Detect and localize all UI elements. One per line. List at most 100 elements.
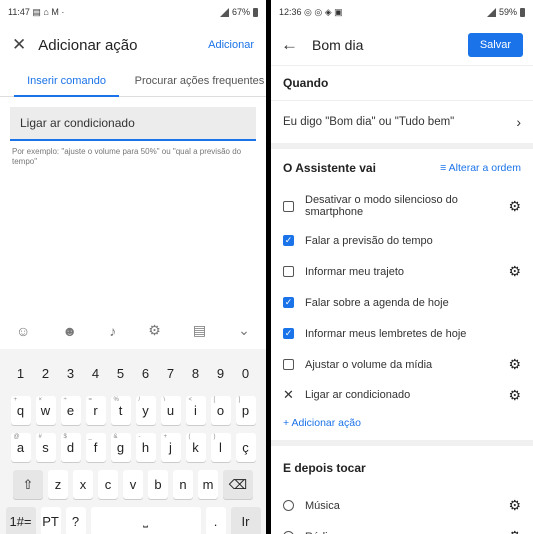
add-action-button[interactable]: + Adicionar ação <box>271 410 533 436</box>
key-v[interactable]: v <box>123 470 143 499</box>
checkbox[interactable] <box>283 200 294 212</box>
key-p[interactable]: ] p <box>235 396 256 425</box>
key-3[interactable]: 3 <box>61 359 81 388</box>
microphone-icon[interactable]: ♪ <box>109 323 116 339</box>
key-f[interactable]: _ f <box>85 433 106 462</box>
settings-icon[interactable]: ⚙ <box>148 322 161 339</box>
gear-icon[interactable]: ⚙ <box>508 356 521 373</box>
key-s[interactable]: # s <box>35 433 56 462</box>
command-input[interactable]: Ligar ar condicionado <box>10 107 256 141</box>
battery-text: 67% <box>231 7 250 17</box>
key-y[interactable]: / y <box>135 396 156 425</box>
action-row[interactable]: Desativar o modo silencioso do smartphon… <box>271 187 533 225</box>
key-7[interactable]: 7 <box>161 359 181 388</box>
reorder-label: Alterar a ordem <box>448 162 521 174</box>
key-r[interactable]: = r <box>85 396 106 425</box>
key-6[interactable]: 6 <box>136 359 156 388</box>
key-i[interactable]: < i <box>185 396 206 425</box>
key-m[interactable]: m <box>198 470 218 499</box>
gear-icon[interactable]: ⚙ <box>508 387 521 404</box>
key-k[interactable]: (k <box>185 433 206 462</box>
key-5[interactable]: 5 <box>111 359 131 388</box>
reorder-icon: ≡ <box>440 162 447 174</box>
key-8[interactable]: 8 <box>186 359 206 388</box>
key-b[interactable]: b <box>148 470 168 499</box>
key-t[interactable]: % t <box>110 396 131 425</box>
key-alt-label: + <box>13 397 18 403</box>
shift-key[interactable]: ⇧ <box>13 470 43 499</box>
key-q[interactable]: + q <box>10 396 31 425</box>
key-1[interactable]: 1 <box>11 359 31 388</box>
app-bar: ← Bom dia Salvar <box>271 24 533 66</box>
save-button[interactable]: Salvar <box>467 32 523 57</box>
backspace-key[interactable]: ⌫ <box>223 470 253 499</box>
gear-icon[interactable]: ⚙ <box>508 497 521 514</box>
key-label: g <box>116 440 125 455</box>
media-list: Música⚙Rádio⚙ <box>271 490 533 534</box>
radio-button[interactable] <box>283 500 294 511</box>
action-row[interactable]: ✓ Falar sobre a agenda de hoje <box>271 287 533 318</box>
chevron-down-icon[interactable]: ⌄ <box>238 322 250 339</box>
sticker-icon[interactable]: ☺ <box>16 323 30 339</box>
action-row[interactable]: Ajustar o volume da mídia ⚙ <box>271 349 533 380</box>
go-key[interactable]: Ir <box>230 507 261 534</box>
status-icons: ▤ ⌂ M · <box>32 6 65 17</box>
remove-icon[interactable]: ✕ <box>283 387 294 403</box>
battery-icon <box>520 7 525 17</box>
checkbox[interactable]: ✓ <box>283 297 294 308</box>
media-row[interactable]: Música ⚙ <box>271 490 533 521</box>
gear-icon[interactable]: ⚙ <box>508 528 521 534</box>
space-key[interactable]: ⎵ <box>90 507 201 534</box>
checkbox[interactable]: ✓ <box>283 235 294 246</box>
key-c[interactable]: c <box>98 470 118 499</box>
checkbox[interactable]: ✓ <box>283 328 294 339</box>
key-alt-label: = <box>88 397 93 403</box>
key-9[interactable]: 9 <box>211 359 231 388</box>
action-row[interactable]: Informar meu trajeto ⚙ <box>271 256 533 287</box>
tab-insert-command[interactable]: Inserir comando <box>0 66 133 97</box>
period-key[interactable]: . <box>205 507 226 534</box>
key-x[interactable]: x <box>73 470 93 499</box>
key-z[interactable]: z <box>48 470 68 499</box>
gear-icon[interactable]: ⚙ <box>508 263 521 280</box>
key-0[interactable]: 0 <box>236 359 256 388</box>
emoji-icon[interactable]: ☻ <box>62 323 77 339</box>
key-l[interactable]: ) l <box>210 433 231 462</box>
symbols-key[interactable]: 1#= <box>5 507 36 534</box>
status-time: 11:47 <box>8 6 30 17</box>
key-label: j <box>169 440 172 455</box>
key-alt-label: \ <box>163 397 166 403</box>
key-ç[interactable]: ç <box>235 433 256 462</box>
action-row[interactable]: ✓ Informar meus lembretes de hoje <box>271 318 533 349</box>
chevron-right-icon: › <box>516 114 521 130</box>
key-e[interactable]: ÷ e <box>60 396 81 425</box>
language-key[interactable]: PT <box>40 507 61 534</box>
reorder-button[interactable]: ≡ Alterar a ordem <box>440 162 521 174</box>
add-button[interactable]: Adicionar <box>208 39 254 51</box>
key-u[interactable]: \ u <box>160 396 181 425</box>
key-w[interactable]: × w <box>35 396 56 425</box>
gear-icon[interactable]: ⚙ <box>508 198 521 215</box>
close-icon[interactable]: ✕ <box>12 35 26 55</box>
clipboard-icon[interactable]: ▤ <box>193 322 206 339</box>
trigger-row[interactable]: Eu digo "Bom dia" ou "Tudo bem" › <box>271 100 533 143</box>
key-2[interactable]: 2 <box>36 359 56 388</box>
tab-frequent-actions[interactable]: Procurar ações frequentes <box>133 66 266 96</box>
key-h[interactable]: -h <box>135 433 156 462</box>
checkbox[interactable] <box>283 266 294 277</box>
key-d[interactable]: $ d <box>60 433 81 462</box>
key-label: f <box>93 440 98 455</box>
keyboard-toolbar: ☺ ☻ ♪ ⚙ ▤ ⌄ <box>0 312 266 349</box>
question-key[interactable]: ? <box>65 507 86 534</box>
key-n[interactable]: n <box>173 470 193 499</box>
back-arrow-icon[interactable]: ← <box>281 35 298 55</box>
key-j[interactable]: + j <box>160 433 181 462</box>
key-a[interactable]: @ a <box>10 433 31 462</box>
key-label: d <box>66 440 75 455</box>
key-g[interactable]: & g <box>110 433 131 462</box>
checkbox[interactable] <box>283 359 294 370</box>
key-4[interactable]: 4 <box>86 359 106 388</box>
key-o[interactable]: [o <box>210 396 231 425</box>
media-row[interactable]: Rádio⚙ <box>271 521 533 534</box>
action-row[interactable]: ✓ Falar a previsão do tempo <box>271 225 533 256</box>
